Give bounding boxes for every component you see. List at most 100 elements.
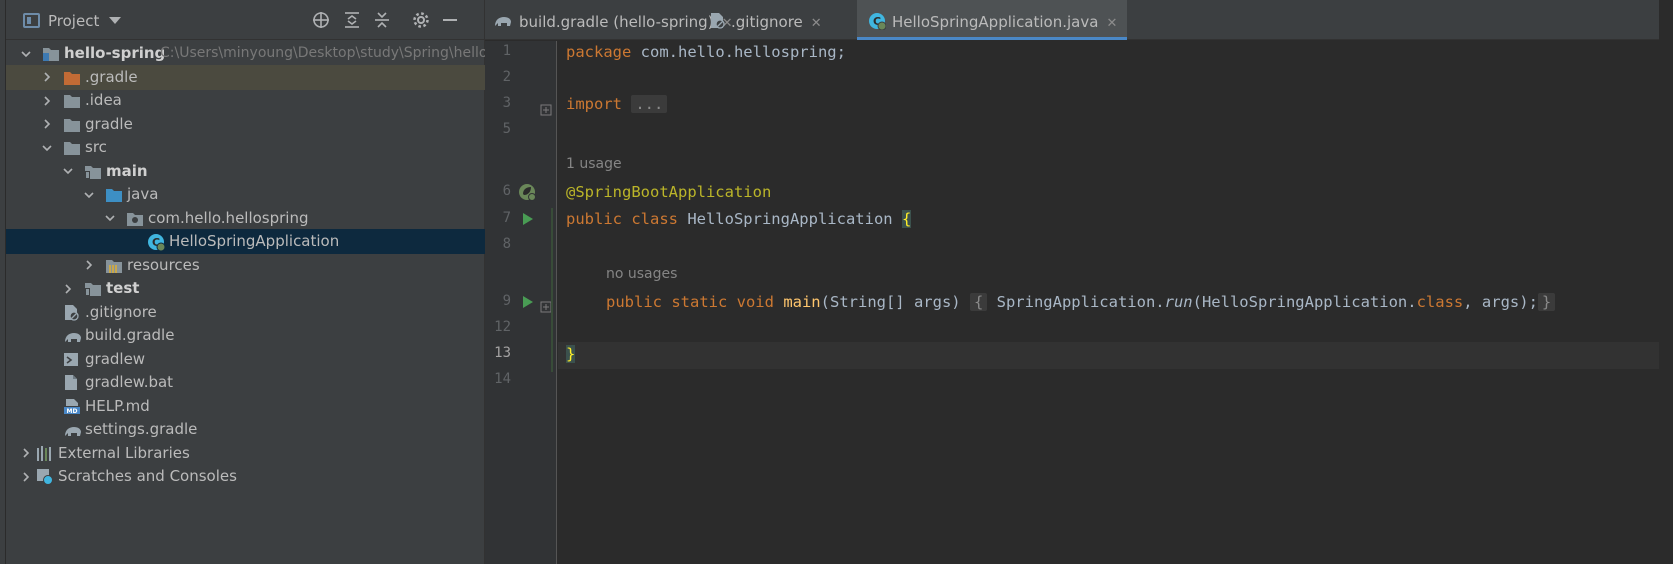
tree-item-main[interactable]: main bbox=[6, 159, 485, 184]
line-number: 14 bbox=[494, 371, 511, 387]
tree-item-gradlew[interactable]: gradlew bbox=[6, 347, 485, 372]
spring-bean-icon[interactable] bbox=[518, 183, 536, 201]
tree-item-java[interactable]: java bbox=[6, 182, 485, 207]
usage-hint[interactable]: 1 usage bbox=[566, 156, 622, 172]
line-number: 12 bbox=[494, 319, 511, 335]
settings-icon[interactable] bbox=[409, 8, 433, 32]
project-view-icon bbox=[23, 13, 40, 28]
collapse-all-icon[interactable] bbox=[370, 8, 394, 32]
tree-item-gradlew-bat[interactable]: gradlew.bat bbox=[6, 370, 485, 395]
shell-file-icon bbox=[63, 351, 81, 368]
vcs-change-marker[interactable] bbox=[551, 208, 553, 372]
run-icon[interactable] bbox=[521, 294, 537, 310]
tab-label: .gitignore bbox=[731, 13, 803, 31]
tab-label: HelloSpringApplication.java bbox=[892, 13, 1099, 31]
chevron-right-icon[interactable] bbox=[40, 112, 54, 137]
tree-item-resources[interactable]: resources bbox=[6, 253, 485, 278]
tree-item-gitignore[interactable]: .gitignore bbox=[6, 300, 485, 325]
line-number: 1 bbox=[502, 43, 511, 59]
project-path: C:\Users\minyoung\Desktop\study\Spring\h… bbox=[160, 45, 485, 61]
tree-item-label: Scratches and Consoles bbox=[58, 467, 237, 485]
scratches-icon bbox=[36, 468, 54, 485]
code-line-9: public static void main(String[] args) {… bbox=[606, 293, 1556, 311]
usage-hint[interactable]: no usages bbox=[606, 266, 677, 282]
chevron-right-icon[interactable] bbox=[19, 464, 33, 489]
folder-icon bbox=[63, 139, 81, 156]
right-tool-stripe bbox=[1659, 0, 1673, 564]
svg-text:MD: MD bbox=[67, 408, 78, 415]
chevron-down-icon[interactable] bbox=[61, 159, 75, 184]
package-icon bbox=[126, 210, 144, 227]
gradle-icon bbox=[493, 1, 513, 26]
chevron-down-icon[interactable] bbox=[103, 206, 117, 231]
line-number-current: 13 bbox=[494, 345, 511, 361]
hide-icon[interactable] bbox=[438, 8, 462, 32]
tree-item-help-md[interactable]: MD HELP.md bbox=[6, 394, 485, 419]
tab-gitignore[interactable]: .gitignore ✕ bbox=[709, 0, 822, 40]
tree-item-label: java bbox=[127, 185, 159, 203]
tree-item-label: test bbox=[106, 279, 140, 297]
tree-item-label: main bbox=[106, 161, 148, 180]
tree-item-src[interactable]: src bbox=[6, 135, 485, 160]
module-folder-icon bbox=[42, 45, 60, 62]
tree-item-com-hello-hellospring[interactable]: com.hello.hellospring bbox=[6, 206, 485, 231]
source-folder-icon bbox=[84, 280, 102, 297]
line-number: 6 bbox=[502, 183, 511, 199]
chevron-right-icon[interactable] bbox=[40, 65, 54, 90]
tab-build-gradle[interactable]: build.gradle (hello-spring) ✕ bbox=[493, 0, 732, 40]
tree-item-label: .gitignore bbox=[85, 302, 157, 321]
chevron-right-icon[interactable] bbox=[40, 88, 54, 113]
caret-row bbox=[558, 342, 1673, 369]
source-folder-icon bbox=[84, 163, 102, 180]
run-icon[interactable] bbox=[521, 211, 537, 227]
gradle-file-icon bbox=[63, 421, 81, 438]
chevron-down-icon[interactable] bbox=[82, 182, 96, 207]
tree-item-label: HELP.md bbox=[85, 396, 150, 415]
project-panel-title[interactable]: Project bbox=[48, 12, 99, 30]
folded-imports[interactable]: ... bbox=[631, 95, 668, 113]
tree-item-test[interactable]: test bbox=[6, 276, 485, 301]
tab-hello-spring-application[interactable]: C HelloSpringApplication.java ✕ bbox=[857, 0, 1128, 40]
line-number: 8 bbox=[502, 236, 511, 252]
expand-all-icon[interactable] bbox=[340, 8, 364, 32]
tree-item-hello-spring[interactable]: hello-spring C:\Users\minyoung\Desktop\st… bbox=[6, 41, 485, 66]
tree-item-label: gradlew.bat bbox=[85, 373, 174, 391]
chevron-right-icon[interactable] bbox=[61, 276, 75, 301]
folder-icon bbox=[63, 116, 81, 133]
locate-icon[interactable] bbox=[309, 8, 333, 32]
chevron-down-icon[interactable] bbox=[19, 41, 33, 66]
spring-class-icon: C bbox=[147, 233, 166, 252]
tab-label: build.gradle (hello-spring) bbox=[519, 13, 714, 31]
tree-item-build-gradle[interactable]: build.gradle bbox=[6, 323, 485, 348]
fold-icon[interactable] bbox=[540, 101, 556, 117]
tree-item-scratches-and-consoles[interactable]: Scratches and Consoles bbox=[6, 464, 485, 489]
fold-icon[interactable] bbox=[540, 298, 556, 314]
tree-item-label: src bbox=[85, 138, 107, 156]
tree-item-gradle[interactable]: .gradle bbox=[6, 64, 485, 90]
line-number: 5 bbox=[502, 121, 511, 137]
spring-class-icon: C bbox=[868, 3, 887, 31]
chevron-down-icon[interactable] bbox=[109, 17, 121, 24]
chevron-right-icon[interactable] bbox=[82, 253, 96, 278]
folded-block-close[interactable]: } bbox=[1537, 293, 1556, 311]
project-tool-window: Project hello-spring C:\Users\minyoung\De… bbox=[6, 0, 485, 564]
line-number: 3 bbox=[502, 95, 511, 111]
code-line-6: @SpringBootApplication bbox=[566, 183, 772, 201]
close-icon[interactable]: ✕ bbox=[1106, 16, 1117, 31]
tree-item-hellospringapplication[interactable]: C HelloSpringApplication bbox=[6, 229, 485, 254]
line-number: 2 bbox=[502, 69, 511, 85]
tree-item-label: resources bbox=[127, 255, 200, 274]
chevron-down-icon[interactable] bbox=[40, 135, 54, 160]
tree-item-idea[interactable]: .idea bbox=[6, 88, 485, 113]
folded-block-open[interactable]: { bbox=[969, 293, 988, 311]
tree-item-gradle[interactable]: gradle bbox=[6, 112, 485, 137]
chevron-right-icon[interactable] bbox=[19, 441, 33, 466]
blue-folder-icon bbox=[105, 186, 123, 203]
tree-item-settings-gradle[interactable]: settings.gradle bbox=[6, 417, 485, 442]
tree-item-label: build.gradle bbox=[85, 326, 175, 344]
code-editor[interactable]: package com.hello.hellospring; import ..… bbox=[558, 41, 1673, 564]
tree-item-external-libraries[interactable]: External Libraries bbox=[6, 441, 485, 466]
editor-gutter[interactable]: 1 2 3 5 6 7 8 9 12 13 14 bbox=[485, 41, 557, 564]
tree-item-label: com.hello.hellospring bbox=[148, 208, 309, 227]
close-icon[interactable]: ✕ bbox=[811, 16, 822, 31]
